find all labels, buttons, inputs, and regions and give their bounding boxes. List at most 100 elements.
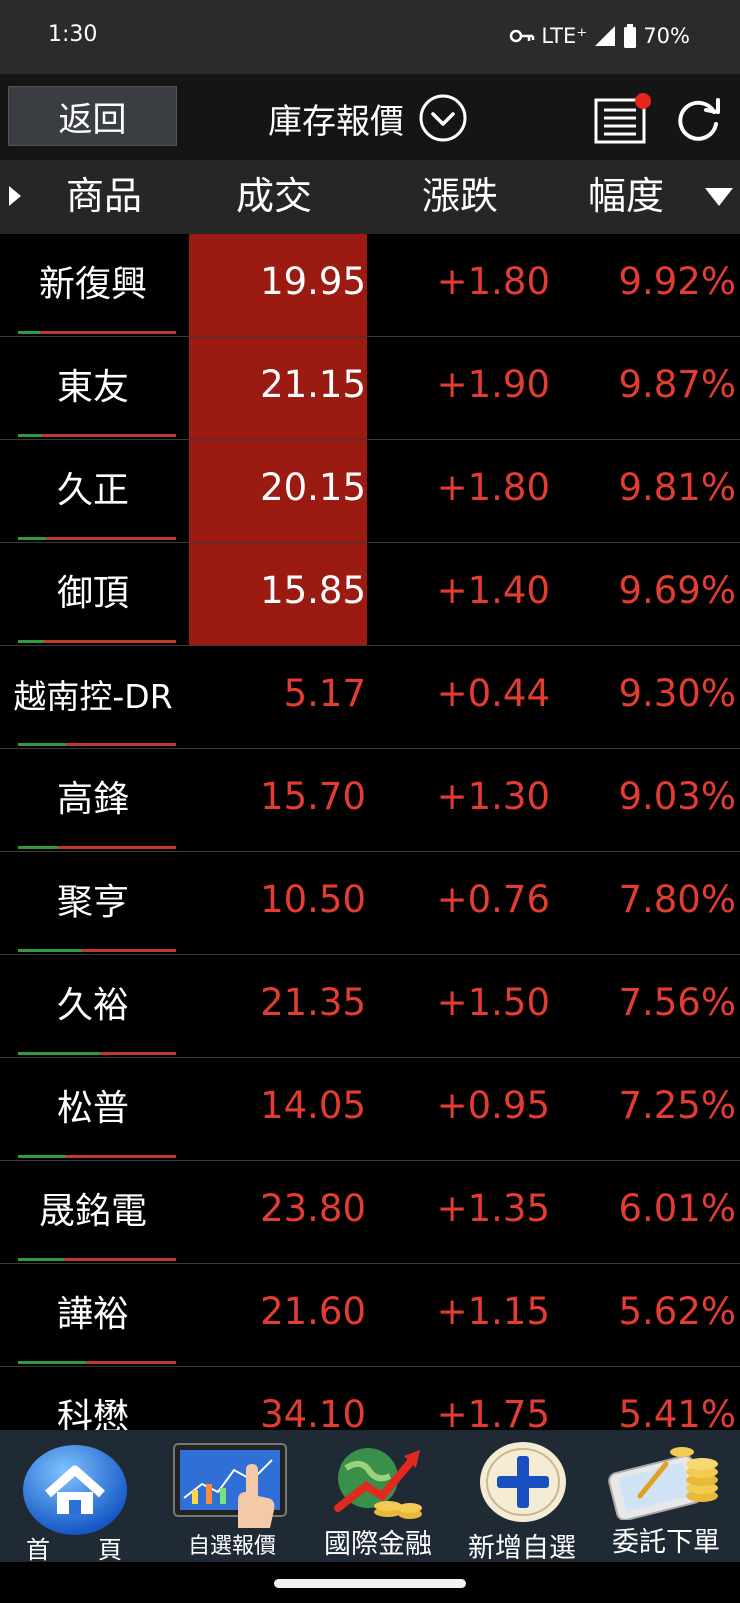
price-change: +1.40 xyxy=(436,569,550,612)
table-row[interactable]: 越南控-DR 5.17 +0.44 9.30% xyxy=(0,646,740,749)
table-row[interactable]: 久正 20.15 +1.80 9.81% xyxy=(0,440,740,543)
price-change: +0.76 xyxy=(436,878,550,921)
nav-intl-finance[interactable]: 國際金融 xyxy=(304,1430,452,1562)
table-row[interactable]: 久裕 21.35 +1.50 7.56% xyxy=(0,955,740,1058)
change-percent: 9.03% xyxy=(618,775,736,818)
last-price: 23.80 xyxy=(260,1187,366,1230)
change-percent: 9.30% xyxy=(618,672,736,715)
stock-name: 松普 xyxy=(56,1088,129,1129)
last-price: 10.50 xyxy=(260,878,366,921)
last-price: 5.17 xyxy=(283,672,366,715)
change-percent: 7.56% xyxy=(618,981,736,1024)
volume-bar xyxy=(18,640,176,643)
change-percent: 7.25% xyxy=(618,1084,736,1127)
volume-bar xyxy=(18,537,176,540)
table-row[interactable]: 東友 21.15 +1.90 9.87% xyxy=(0,337,740,440)
bottom-nav: 首 頁 自選報價 國際金融 新增自選 委託下單 xyxy=(0,1430,740,1564)
price-change: +1.90 xyxy=(436,363,550,406)
last-price: 19.95 xyxy=(260,260,366,303)
volume-bar xyxy=(18,331,176,334)
home-icon xyxy=(23,1445,127,1535)
table-row[interactable]: 御頂 15.85 +1.40 9.69% xyxy=(0,543,740,646)
nav-watchlist-label: 自選報價 xyxy=(187,1534,276,1559)
tablet-chart-icon xyxy=(173,1443,287,1528)
price-change: +0.95 xyxy=(436,1084,550,1127)
stock-name: 新復興 xyxy=(38,264,147,305)
stock-name: 越南控-DR xyxy=(13,677,173,716)
volume-bar xyxy=(18,949,176,952)
status-time: 1:30 xyxy=(48,22,98,47)
change-percent: 5.62% xyxy=(618,1290,736,1333)
price-change: +1.75 xyxy=(436,1393,550,1430)
vpn-key-icon xyxy=(510,29,535,43)
price-change: +1.50 xyxy=(436,981,550,1024)
volume-bar xyxy=(18,1052,176,1055)
last-price: 21.35 xyxy=(260,981,366,1024)
last-price: 21.15 xyxy=(260,363,366,406)
change-percent: 9.81% xyxy=(618,466,736,509)
order-tablet-icon xyxy=(608,1447,718,1520)
last-price: 21.60 xyxy=(260,1290,366,1333)
status-icons: LTE⁺ 70% xyxy=(509,21,690,51)
status-bar: 1:30 LTE⁺ 70% xyxy=(0,0,740,74)
stock-name: 久裕 xyxy=(56,985,129,1026)
sort-down-icon[interactable] xyxy=(704,187,734,207)
column-change[interactable]: 漲跌 xyxy=(422,170,498,222)
gesture-handle[interactable] xyxy=(274,1579,466,1588)
table-row[interactable]: 高鋒 15.70 +1.30 9.03% xyxy=(0,749,740,852)
table-row[interactable]: 譁裕 21.60 +1.15 5.62% xyxy=(0,1264,740,1367)
toolbar: 返回 庫存報價 xyxy=(0,74,740,160)
nav-home-label: 首 頁 xyxy=(26,1536,122,1564)
volume-bar xyxy=(18,743,176,746)
last-price: 15.70 xyxy=(260,775,366,818)
globe-arrow-icon xyxy=(334,1448,422,1519)
stock-name: 譁裕 xyxy=(56,1294,129,1335)
volume-bar xyxy=(18,1258,176,1261)
last-price: 20.15 xyxy=(260,466,366,509)
table-row[interactable]: 科懋 34.10 +1.75 5.41% xyxy=(0,1367,740,1430)
news-list-icon[interactable] xyxy=(594,92,652,144)
change-percent: 7.80% xyxy=(618,878,736,921)
stock-name: 高鋒 xyxy=(56,779,129,820)
nav-watchlist[interactable]: 自選報價 xyxy=(158,1430,306,1562)
price-change: +1.15 xyxy=(436,1290,550,1333)
nav-home[interactable]: 首 頁 xyxy=(0,1430,148,1564)
network-type: LTE⁺ xyxy=(541,24,588,48)
stock-name: 御頂 xyxy=(56,573,129,614)
column-price[interactable]: 成交 xyxy=(236,170,312,222)
battery-icon xyxy=(624,24,637,48)
last-price: 14.05 xyxy=(260,1084,366,1127)
refresh-icon[interactable] xyxy=(672,94,724,144)
nav-order-label: 委託下單 xyxy=(612,1527,720,1558)
column-product[interactable]: 商品 xyxy=(66,170,142,222)
table-row[interactable]: 晟銘電 23.80 +1.35 6.01% xyxy=(0,1161,740,1264)
table-row[interactable]: 松普 14.05 +0.95 7.25% xyxy=(0,1058,740,1161)
price-change: +1.35 xyxy=(436,1187,550,1230)
expand-right-icon[interactable] xyxy=(8,185,22,207)
page-title: 庫存報價 xyxy=(268,101,404,142)
nav-intl-finance-label: 國際金融 xyxy=(324,1529,432,1560)
change-percent: 9.69% xyxy=(618,569,736,612)
back-button[interactable]: 返回 xyxy=(8,86,177,146)
chevron-down-circle-icon xyxy=(419,94,467,142)
change-percent: 9.92% xyxy=(618,260,736,303)
change-percent: 6.01% xyxy=(618,1187,736,1230)
price-change: +1.80 xyxy=(436,260,550,303)
table-row[interactable]: 新復興 19.95 +1.80 9.92% xyxy=(0,234,740,337)
stock-name: 聚亨 xyxy=(56,882,129,923)
table-row[interactable]: 聚亨 10.50 +0.76 7.80% xyxy=(0,852,740,955)
title-dropdown[interactable]: 庫存報價 xyxy=(268,90,468,146)
stock-name: 東友 xyxy=(56,367,129,408)
column-header: 商品 成交 漲跌 幅度 xyxy=(0,160,740,234)
quote-list[interactable]: 新復興 19.95 +1.80 9.92% 東友 21.15 +1.90 9.8… xyxy=(0,234,740,1430)
volume-bar xyxy=(18,846,176,849)
last-price: 34.10 xyxy=(260,1393,366,1430)
battery-percent: 70% xyxy=(643,24,690,48)
price-change: +1.30 xyxy=(436,775,550,818)
signal-icon xyxy=(595,26,616,46)
change-percent: 9.87% xyxy=(618,363,736,406)
nav-order[interactable]: 委託下單 xyxy=(592,1430,740,1562)
column-percent[interactable]: 幅度 xyxy=(588,170,664,222)
volume-bar xyxy=(18,1361,176,1364)
nav-add-watch[interactable]: 新增自選 xyxy=(448,1430,596,1564)
